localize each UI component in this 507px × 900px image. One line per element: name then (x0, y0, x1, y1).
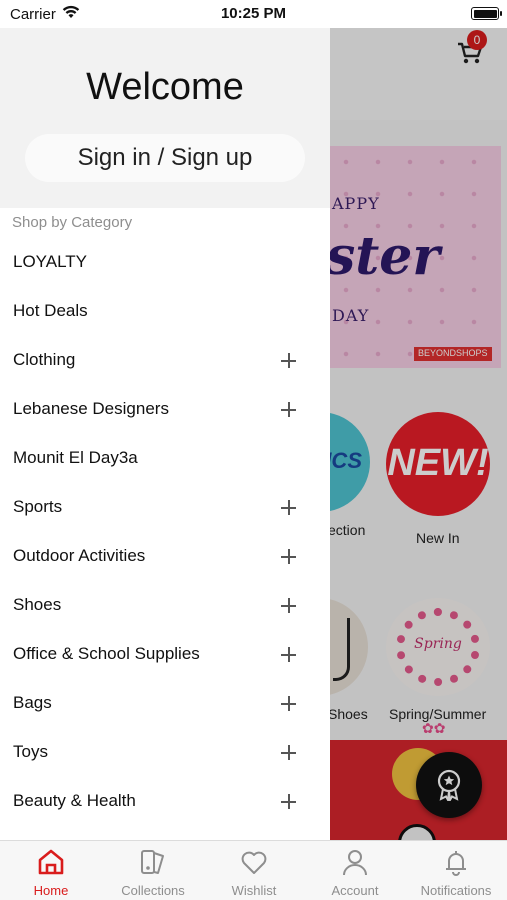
battery-icon (471, 7, 502, 20)
clock: 10:25 PM (220, 5, 287, 22)
expand-plus-icon[interactable] (281, 500, 296, 515)
category-section-title: Shop by Category (12, 214, 133, 231)
welcome-title: Welcome (86, 66, 244, 108)
tab-collections[interactable]: Collections (103, 841, 203, 900)
menu-item-clothing[interactable]: Clothing (0, 336, 330, 385)
category-menu: LOYALTY Hot Deals Clothing Lebanese Desi… (0, 238, 330, 826)
tab-wishlist[interactable]: Wishlist (204, 841, 304, 900)
side-drawer: Welcome Sign in / Sign up Shop by Catego… (0, 28, 330, 840)
menu-item-loyalty[interactable]: LOYALTY (0, 238, 330, 287)
signin-button[interactable]: Sign in / Sign up (25, 134, 305, 182)
dim-overlay[interactable] (330, 26, 507, 840)
menu-item-mounit-el-day3a[interactable]: Mounit El Day3a (0, 434, 330, 483)
bell-icon (446, 851, 466, 876)
tab-notifications[interactable]: Notifications (406, 841, 506, 900)
tab-bar: Home Collections Wishlist Account Notifi… (0, 840, 507, 900)
status-bar: Carrier 10:25 PM (0, 0, 507, 28)
expand-plus-icon[interactable] (281, 647, 296, 662)
menu-item-shoes[interactable]: Shoes (0, 581, 330, 630)
drawer-header: Welcome Sign in / Sign up (0, 28, 330, 208)
menu-item-outdoor-activities[interactable]: Outdoor Activities (0, 532, 330, 581)
expand-plus-icon[interactable] (281, 745, 296, 760)
menu-item-bags[interactable]: Bags (0, 679, 330, 728)
tab-home[interactable]: Home (1, 841, 101, 900)
expand-plus-icon[interactable] (281, 794, 296, 809)
expand-plus-icon[interactable] (281, 402, 296, 417)
expand-plus-icon[interactable] (281, 549, 296, 564)
expand-plus-icon[interactable] (281, 353, 296, 368)
home-icon (38, 849, 64, 875)
tab-account[interactable]: Account (305, 841, 405, 900)
heart-icon (241, 851, 267, 874)
menu-item-office-school-supplies[interactable]: Office & School Supplies (0, 630, 330, 679)
menu-item-toys[interactable]: Toys (0, 728, 330, 777)
menu-item-lebanese-designers[interactable]: Lebanese Designers (0, 385, 330, 434)
menu-item-hot-deals[interactable]: Hot Deals (0, 287, 330, 336)
account-icon (343, 850, 367, 876)
menu-item-beauty-health[interactable]: Beauty & Health (0, 777, 330, 826)
expand-plus-icon[interactable] (281, 598, 296, 613)
menu-item-sports[interactable]: Sports (0, 483, 330, 532)
expand-plus-icon[interactable] (281, 696, 296, 711)
collections-icon (141, 850, 164, 874)
